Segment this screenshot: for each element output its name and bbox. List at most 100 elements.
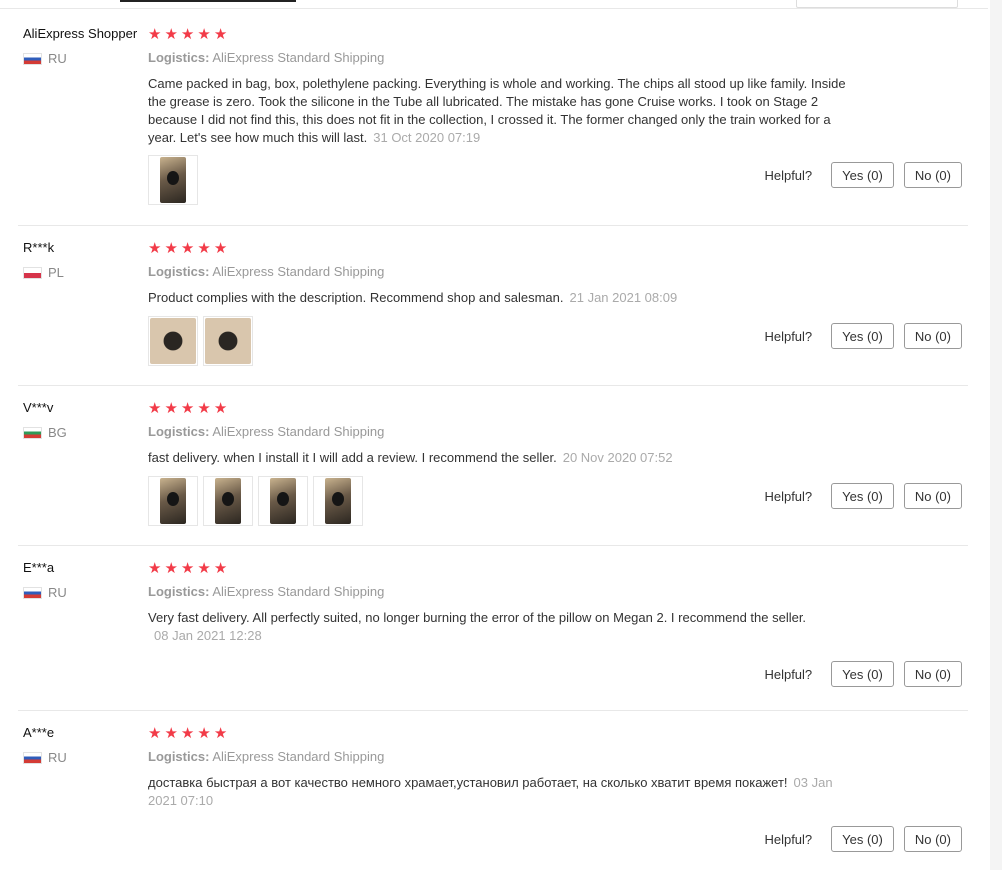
star-rating: ★ ★ ★ ★ ★ xyxy=(148,726,230,741)
active-tab-underline xyxy=(120,0,296,2)
star-icon: ★ xyxy=(148,26,162,43)
logistics-info: Logistics: AliExpress Standard Shipping xyxy=(148,264,384,279)
star-icon: ★ xyxy=(197,26,211,43)
poland-flag-icon xyxy=(23,266,42,279)
reviewer-name: A***e xyxy=(23,725,55,740)
logistics-label: Logistics: xyxy=(148,584,210,599)
star-icon: ★ xyxy=(213,725,228,742)
review-divider xyxy=(18,385,968,386)
star-icon: ★ xyxy=(164,725,178,742)
review-item: E***a RU ★ ★ ★ ★ ★ Logistics: AliExpress Sta… xyxy=(0,560,968,711)
review-date: 08 Jan 2021 12:28 xyxy=(154,628,262,643)
helpful-yes-button[interactable]: Yes (0) xyxy=(831,323,894,349)
logistics-label: Logistics: xyxy=(148,424,210,439)
helpful-yes-button[interactable]: Yes (0) xyxy=(831,661,894,687)
star-rating: ★ ★ ★ ★ ★ xyxy=(148,241,230,256)
review-photo-thumbnail[interactable] xyxy=(203,316,253,366)
review-photo-thumbnail[interactable] xyxy=(148,155,198,205)
logistics-method: AliExpress Standard Shipping xyxy=(212,424,385,439)
review-date: 21 Jan 2021 08:09 xyxy=(569,290,678,305)
review-photo-thumbnail[interactable] xyxy=(313,476,363,526)
review-text: fast delivery. when I install it I will … xyxy=(148,449,848,467)
star-icon: ★ xyxy=(180,560,195,577)
star-icon: ★ xyxy=(213,400,228,417)
logistics-method: AliExpress Standard Shipping xyxy=(212,50,385,65)
helpful-label: Helpful? xyxy=(764,328,813,344)
helpful-yes-button[interactable]: Yes (0) xyxy=(831,162,894,188)
reviewer-country: RU xyxy=(23,51,67,66)
logistics-info: Logistics: AliExpress Standard Shipping xyxy=(148,584,384,599)
helpful-vote: Helpful? Yes (0) No (0) xyxy=(764,661,962,687)
review-photo-thumbnail[interactable] xyxy=(148,476,198,526)
helpful-no-button[interactable]: No (0) xyxy=(903,826,962,852)
photo-image xyxy=(270,478,296,524)
review-item: R***k PL ★ ★ ★ ★ ★ Logistics: AliExpress Sta… xyxy=(0,240,968,386)
helpful-vote: Helpful? Yes (0) No (0) xyxy=(764,483,962,509)
reviewer-country: PL xyxy=(23,265,64,280)
photo-image xyxy=(160,478,186,524)
reviewer-country: RU xyxy=(23,750,67,765)
helpful-vote: Helpful? Yes (0) No (0) xyxy=(764,323,962,349)
review-photo-thumbnail[interactable] xyxy=(258,476,308,526)
star-icon: ★ xyxy=(164,240,178,257)
star-icon: ★ xyxy=(197,560,211,577)
helpful-no-button[interactable]: No (0) xyxy=(903,323,962,349)
helpful-yes-button[interactable]: Yes (0) xyxy=(831,483,894,509)
helpful-label: Helpful? xyxy=(764,831,813,847)
russia-flag-icon xyxy=(23,751,42,764)
logistics-method: AliExpress Standard Shipping xyxy=(212,584,385,599)
bulgaria-flag-icon xyxy=(23,426,42,439)
star-icon: ★ xyxy=(180,400,195,417)
review-photos xyxy=(148,155,203,205)
helpful-yes-button[interactable]: Yes (0) xyxy=(831,826,894,852)
star-icon: ★ xyxy=(164,400,178,417)
star-icon: ★ xyxy=(148,400,162,417)
reviewer-name: V***v xyxy=(23,400,54,415)
reviewer-name: AliExpress Shopper xyxy=(23,26,138,41)
review-photos xyxy=(148,476,368,526)
star-icon: ★ xyxy=(213,240,228,257)
review-date: 31 Oct 2020 07:19 xyxy=(373,130,481,145)
helpful-no-button[interactable]: No (0) xyxy=(903,483,962,509)
reviewer-name: R***k xyxy=(23,240,55,255)
photo-image xyxy=(205,318,251,364)
star-rating: ★ ★ ★ ★ ★ xyxy=(148,401,230,416)
review-photo-thumbnail[interactable] xyxy=(203,476,253,526)
review-text: Very fast delivery. All perfectly suited… xyxy=(148,609,848,645)
review-date: 20 Nov 2020 07:52 xyxy=(562,450,673,465)
country-code: RU xyxy=(48,51,67,66)
logistics-label: Logistics: xyxy=(148,50,210,65)
star-icon: ★ xyxy=(180,725,195,742)
review-photo-thumbnail[interactable] xyxy=(148,316,198,366)
review-body: Very fast delivery. All perfectly suited… xyxy=(148,610,807,625)
star-icon: ★ xyxy=(197,400,211,417)
star-icon: ★ xyxy=(148,240,162,257)
star-icon: ★ xyxy=(197,240,211,257)
country-code: PL xyxy=(48,265,64,280)
logistics-info: Logistics: AliExpress Standard Shipping xyxy=(148,424,384,439)
star-icon: ★ xyxy=(164,560,178,577)
star-icon: ★ xyxy=(148,725,162,742)
logistics-method: AliExpress Standard Shipping xyxy=(212,749,385,764)
review-divider xyxy=(18,225,968,226)
review-body: fast delivery. when I install it I will … xyxy=(148,450,557,465)
helpful-vote: Helpful? Yes (0) No (0) xyxy=(764,826,962,852)
star-rating: ★ ★ ★ ★ ★ xyxy=(148,561,230,576)
star-icon: ★ xyxy=(180,240,195,257)
logistics-label: Logistics: xyxy=(148,264,210,279)
helpful-label: Helpful? xyxy=(764,666,813,682)
helpful-no-button[interactable]: No (0) xyxy=(903,162,962,188)
star-icon: ★ xyxy=(213,26,228,43)
review-item: AliExpress Shopper RU ★ ★ ★ ★ ★ Logistics: A… xyxy=(0,26,968,226)
review-body: Product complies with the description. R… xyxy=(148,290,564,305)
russia-flag-icon xyxy=(23,52,42,65)
country-code: RU xyxy=(48,585,67,600)
helpful-label: Helpful? xyxy=(764,167,813,183)
star-icon: ★ xyxy=(148,560,162,577)
scrollbar[interactable] xyxy=(990,0,1002,870)
helpful-no-button[interactable]: No (0) xyxy=(903,661,962,687)
star-icon: ★ xyxy=(180,26,195,43)
sort-dropdown[interactable] xyxy=(796,0,958,8)
russia-flag-icon xyxy=(23,586,42,599)
helpful-vote: Helpful? Yes (0) No (0) xyxy=(764,162,962,188)
